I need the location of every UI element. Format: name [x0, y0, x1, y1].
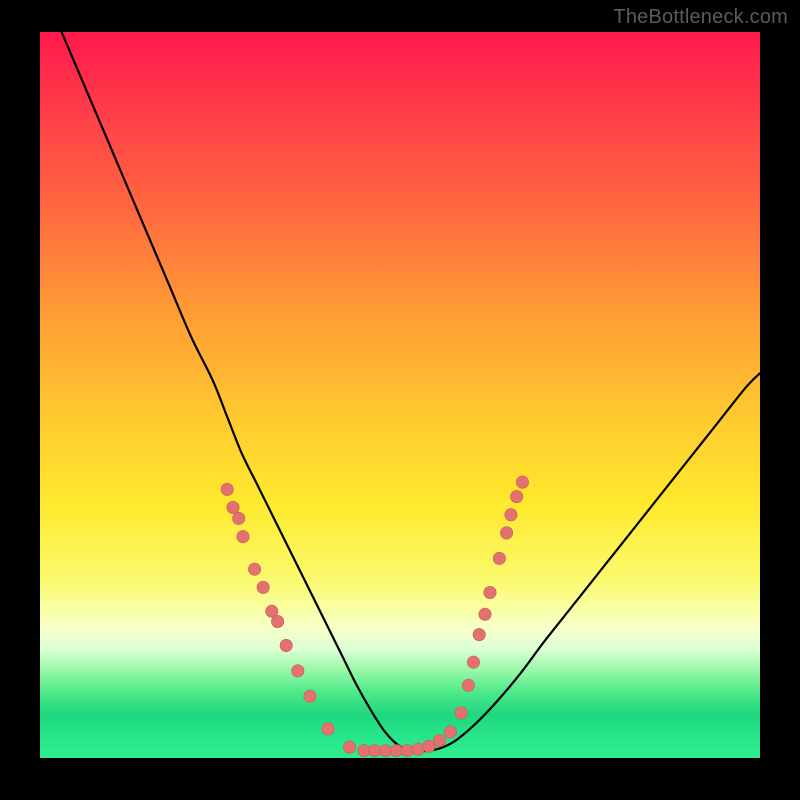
chart-outer-frame: TheBottleneck.com: [0, 0, 800, 800]
chart-plot-area: [40, 32, 760, 758]
marker-dot: [473, 628, 485, 640]
marker-dot: [505, 509, 517, 521]
marker-dot: [510, 490, 522, 502]
marker-dot: [221, 483, 233, 495]
marker-dot: [237, 530, 249, 542]
marker-dot: [484, 586, 496, 598]
marker-dot: [455, 707, 467, 719]
bottleneck-curve-line: [62, 32, 760, 751]
marker-dot: [493, 552, 505, 564]
marker-dot: [423, 740, 435, 752]
marker-dot: [444, 726, 456, 738]
marker-dot: [412, 743, 424, 755]
chart-svg: [40, 32, 760, 758]
marker-dot: [322, 723, 334, 735]
marker-dot: [257, 581, 269, 593]
marker-dot: [248, 563, 260, 575]
marker-dot: [227, 501, 239, 513]
marker-dot: [516, 476, 528, 488]
marker-dot: [401, 745, 413, 757]
marker-dot: [467, 656, 479, 668]
marker-dot: [304, 690, 316, 702]
marker-dot: [280, 639, 292, 651]
marker-dot: [500, 527, 512, 539]
marker-dot: [479, 608, 491, 620]
watermark-text: TheBottleneck.com: [613, 6, 788, 29]
marker-dot: [271, 615, 283, 627]
marker-dot: [343, 741, 355, 753]
marker-dot: [462, 679, 474, 691]
marker-dot: [233, 512, 245, 524]
marker-dot: [433, 734, 445, 746]
marker-dot: [292, 665, 304, 677]
